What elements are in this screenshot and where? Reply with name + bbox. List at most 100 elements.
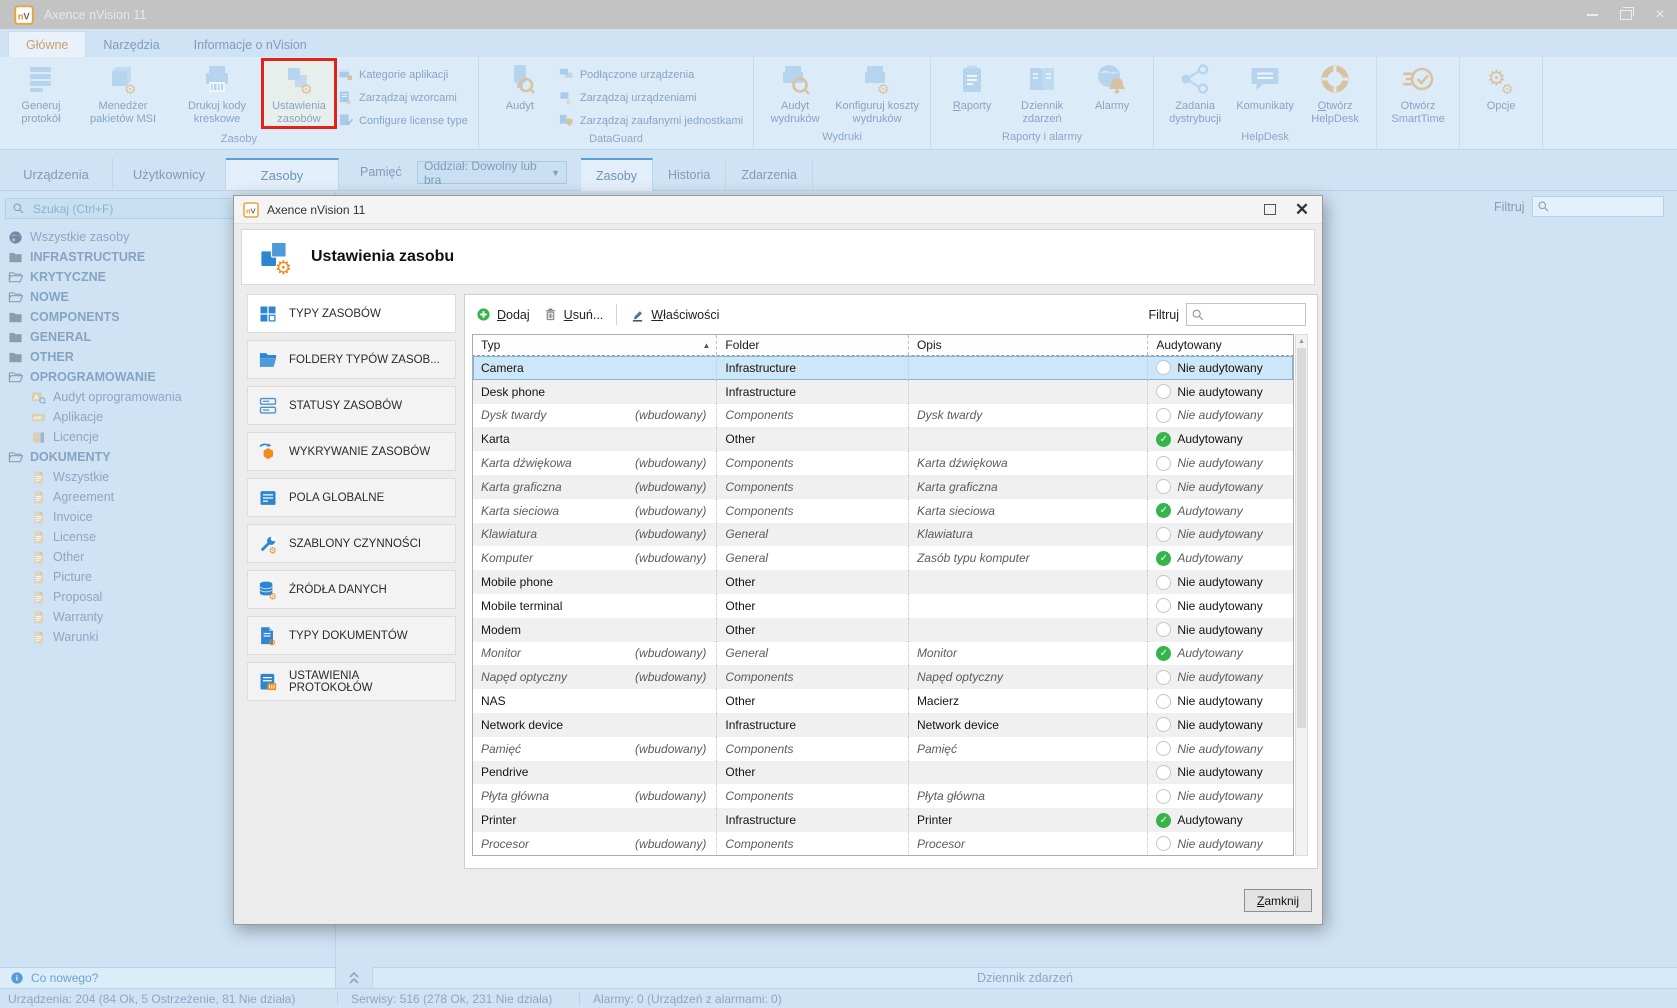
svg-text:A: A	[34, 394, 39, 401]
ribbon-button-generuj-protok-[interactable]: Generuj protokół	[6, 61, 76, 126]
dialog-menu-item-8[interactable]: USTAWIENIA PROTOKOŁÓW	[247, 662, 456, 701]
dialog-menu-item-3[interactable]: WYKRYWANIE ZASOBÓW	[247, 432, 456, 471]
table-row[interactable]: Procesor(wbudowany)ComponentsProcesorNie…	[473, 832, 1293, 856]
table-row[interactable]: Desk phoneInfrastructureNie audytowany	[473, 380, 1293, 404]
ribbon-tab-2[interactable]: Informacje o nVision	[177, 32, 324, 57]
ribbon-button-label: Podłączone urządzenia	[580, 69, 694, 81]
dialog-menu-item-1[interactable]: FOLDERY TYPÓW ZASOB...	[247, 340, 456, 379]
ribbon-tab-1[interactable]: Narzędzia	[86, 32, 176, 57]
ribbon-button-zarz-dzaj-zaufanymi-jednostkami[interactable]: Zarządzaj zaufanymi jednostkami	[559, 109, 743, 132]
delete-button[interactable]: Usuń...	[543, 307, 604, 322]
view-tab-użytkownicy[interactable]: Użytkownicy	[113, 158, 226, 191]
dialog-close-button[interactable]: ✕	[1286, 198, 1318, 221]
view-tab-urządzenia[interactable]: Urządzenia	[0, 158, 113, 191]
dialog-menu-item-2[interactable]: STATUSY ZASOBÓW	[247, 386, 456, 425]
table-row[interactable]: Pamięć(wbudowany)ComponentsPamięćNie aud…	[473, 737, 1293, 761]
ribbon-button-opcje[interactable]: ⚙⚙Opcje	[1466, 61, 1536, 113]
branch-filter-dropdown[interactable]: Oddział: Dowolny lub bra ▼	[417, 161, 567, 184]
table-row[interactable]: Płyta główna(wbudowany)ComponentsPłyta g…	[473, 784, 1293, 808]
ribbon-button-otw-rz-smarttime[interactable]: Otwórz SmartTime	[1383, 61, 1453, 126]
dialog-menu-item-4[interactable]: POLA GLOBALNE	[247, 478, 456, 517]
svg-text:⚙: ⚙	[1501, 81, 1514, 95]
divider	[337, 992, 338, 1005]
dialog-menu-item-5[interactable]: ⚙SZABLONY CZYNNOŚCI	[247, 524, 456, 563]
dialog-menu-item-6[interactable]: ⚙ŹRÓDŁA DANYCH	[247, 570, 456, 609]
ribbon-button-pod-czone-urz-dzenia[interactable]: Podłączone urządzenia	[559, 63, 743, 86]
table-row[interactable]: Komputer(wbudowany)GeneralZasób typu kom…	[473, 546, 1293, 570]
builtin-suffix: (wbudowany)	[635, 646, 716, 660]
cell-typ: Desk phone	[473, 380, 717, 404]
ribbon-button-komunikaty[interactable]: Komunikaty	[1230, 61, 1300, 113]
ribbon-button-configure-license-type[interactable]: Configure license type	[338, 109, 468, 132]
table-row[interactable]: Klawiatura(wbudowany)GeneralKlawiaturaNi…	[473, 523, 1293, 547]
dialog-menu-item-label: ŹRÓDŁA DANYCH	[289, 584, 387, 596]
tree-item-label: Agreement	[53, 490, 114, 504]
dialog-maximize-button[interactable]	[1254, 198, 1286, 221]
subtab-zasoby[interactable]: Zasoby	[581, 158, 653, 191]
table-row[interactable]: Dysk twardy(wbudowany)ComponentsDysk twa…	[473, 404, 1293, 428]
panel-collapse-button[interactable]	[336, 967, 372, 988]
scrollbar-thumb[interactable]	[1297, 348, 1306, 728]
table-row[interactable]: PrinterInfrastructurePrinter✓Audytowany	[473, 808, 1293, 832]
table-row[interactable]: Network deviceInfrastructureNetwork devi…	[473, 713, 1293, 737]
dialog-menu-item-7[interactable]: ⚙TYPY DOKUMENTÓW	[247, 616, 456, 655]
column-header-audytowany[interactable]: Audytowany	[1148, 335, 1293, 355]
table-row[interactable]: Mobile phoneOtherNie audytowany	[473, 570, 1293, 594]
table-row[interactable]: Monitor(wbudowany)GeneralMonitor✓Audytow…	[473, 642, 1293, 666]
table-row[interactable]: Napęd optyczny(wbudowany)ComponentsNapęd…	[473, 665, 1293, 689]
minimize-button[interactable]	[1575, 0, 1609, 29]
ribbon-button-zarz-dzaj-urz-dzeniami[interactable]: ⚙Zarządzaj urządzeniami	[559, 86, 743, 109]
ribbon-button-zarz-dzaj-wzorcami[interactable]: ⚙Zarządzaj wzorcami	[338, 86, 468, 109]
ribbon-tab-0[interactable]: Główne	[8, 31, 86, 57]
ribbon-button-konfiguruj-koszty-wydruk-w[interactable]: ⚙Konfiguruj koszty wydruków	[830, 61, 924, 126]
dialog-menu-item-0[interactable]: TYPY ZASOBÓW	[247, 294, 456, 333]
activity-templates-icon: ⚙	[258, 534, 278, 554]
ribbon-button-alarmy[interactable]: Alarmy	[1077, 61, 1147, 113]
ribbon-button-audyt-wydruk-w[interactable]: Audyt wydruków	[760, 61, 830, 126]
cell-folder: Components	[717, 665, 909, 689]
ribbon-button-mened-er-pakiet-w-msi[interactable]: ⚙Menedżer pakietów MSI	[76, 61, 170, 126]
table-row[interactable]: ModemOtherNie audytowany	[473, 618, 1293, 642]
ribbon-button-ustawienia-zasob-w[interactable]: ⚙Ustawienia zasobów	[264, 61, 334, 126]
ribbon-button-kategorie-aplikacji[interactable]: Kategorie aplikacji	[338, 63, 468, 86]
tree-item-label: Proposal	[53, 590, 102, 604]
dialog-filter-input[interactable]	[1205, 307, 1297, 323]
add-button[interactable]: Dodaj	[476, 307, 530, 322]
cell-opis: Macierz	[909, 689, 1148, 713]
column-header-opis[interactable]: Opis	[909, 335, 1148, 355]
table-row[interactable]: CameraInfrastructureNie audytowany	[473, 356, 1293, 380]
table-row[interactable]: KartaOther✓Audytowany	[473, 427, 1293, 451]
type-name: Mobile phone	[481, 575, 553, 589]
properties-button[interactable]: Właściwości	[630, 307, 719, 322]
tree-item-label: GENERAL	[30, 330, 91, 344]
ribbon-button-otw-rz-helpdesk[interactable]: Otwórz HelpDesk	[1300, 61, 1370, 126]
ribbon-button-zadania-dystrybucji[interactable]: Zadania dystrybucji	[1160, 61, 1230, 126]
ribbon-group-2: Audyt wydruków⚙Konfiguruj koszty wydrukó…	[754, 57, 931, 149]
chevron-down-icon: ▼	[551, 168, 560, 178]
type-name: Klawiatura	[481, 527, 537, 541]
table-row[interactable]: Karta sieciowa(wbudowany)ComponentsKarta…	[473, 499, 1293, 523]
document-icon	[31, 490, 46, 505]
subtab-historia[interactable]: Historia	[653, 158, 726, 191]
subtab-zdarzenia[interactable]: Zdarzenia	[726, 158, 813, 191]
table-row[interactable]: Mobile terminalOtherNie audytowany	[473, 594, 1293, 618]
ribbon-button-drukuj-kody-kreskowe[interactable]: Drukuj kody kreskowe	[170, 61, 264, 126]
table-scrollbar[interactable]: ▲	[1295, 334, 1308, 856]
maximize-button[interactable]	[1609, 0, 1643, 29]
table-row[interactable]: Karta dźwiękowa(wbudowany)ComponentsKart…	[473, 451, 1293, 475]
table-row[interactable]: NASOtherMacierzNie audytowany	[473, 689, 1293, 713]
column-header-typ[interactable]: Typ▲	[473, 335, 717, 355]
whats-new-link[interactable]: i Co nowego?	[0, 967, 336, 988]
ribbon-button-dziennik-zdarze-[interactable]: Dziennik zdarzeń	[1007, 61, 1077, 126]
ribbon-button-raporty[interactable]: Raporty	[937, 61, 1007, 113]
filter-input[interactable]	[1550, 199, 1654, 215]
column-header-folder[interactable]: Folder	[717, 335, 909, 355]
ribbon-button-audyt[interactable]: Audyt	[485, 61, 555, 113]
divider	[579, 992, 580, 1005]
table-row[interactable]: PendriveOtherNie audytowany	[473, 761, 1293, 785]
cell-folder: Components	[717, 784, 909, 808]
table-row[interactable]: Karta graficzna(wbudowany)ComponentsKart…	[473, 475, 1293, 499]
close-dialog-button[interactable]: Zamknij	[1244, 889, 1312, 912]
close-button[interactable]: ×	[1643, 0, 1677, 29]
view-tab-zasoby[interactable]: Zasoby	[226, 158, 339, 191]
